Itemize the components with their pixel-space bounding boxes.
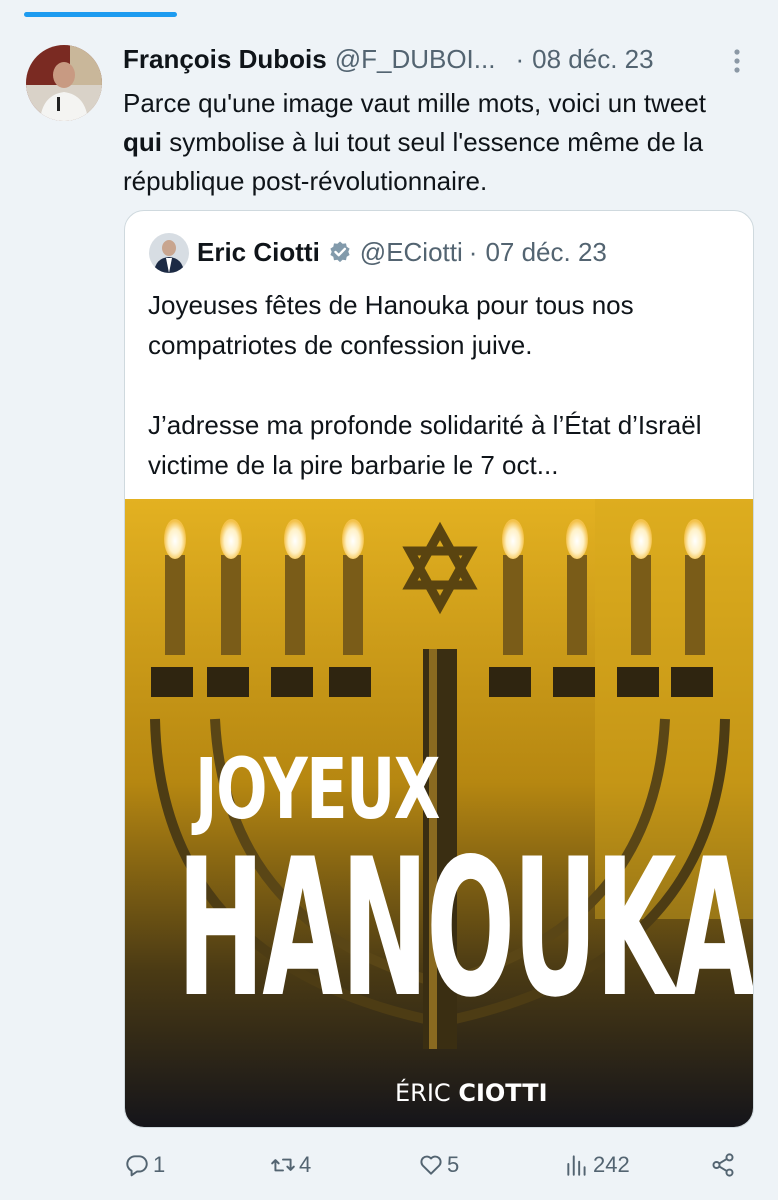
retweet-count: 4 xyxy=(299,1152,312,1177)
more-icon[interactable] xyxy=(731,48,743,74)
author-name[interactable]: François Dubois xyxy=(123,44,327,75)
tweet-actions: 1 4 5 242 xyxy=(124,1148,744,1182)
header-separator: · xyxy=(515,43,525,74)
reply-count: 1 xyxy=(153,1152,166,1177)
tweet-text: Parce qu'une image vaut mille mots, voic… xyxy=(123,84,743,201)
media-signature: ÉRIC CIOTTI xyxy=(395,1079,548,1107)
share-icon xyxy=(712,1153,734,1177)
quoted-date[interactable]: 07 déc. 23 xyxy=(485,237,606,268)
tweet-header: François Dubois @F_DUBOI... · 08 déc. 23 xyxy=(123,42,753,76)
quoted-media-image[interactable]: JOYEUX HANOUKA ÉRIC CIOTTI xyxy=(125,499,753,1127)
quoted-header-separator: · xyxy=(468,236,478,267)
quoted-paragraph-2: J’adresse ma profonde solidarité à l’Éta… xyxy=(148,410,702,480)
author-avatar[interactable] xyxy=(26,45,102,121)
views-icon xyxy=(567,1155,586,1176)
quoted-author-handle[interactable]: @ECiotti xyxy=(360,237,463,268)
media-signature-first: ÉRIC xyxy=(395,1079,451,1107)
views-button[interactable]: 242 xyxy=(564,1148,630,1182)
retweet-button[interactable]: 4 xyxy=(270,1148,311,1182)
share-button[interactable] xyxy=(710,1148,736,1182)
quoted-tweet[interactable]: Eric Ciotti @ECiotti · 07 déc. 23 Joyeus… xyxy=(124,210,754,1128)
tweet[interactable]: François Dubois @F_DUBOI... · 08 déc. 23… xyxy=(0,0,778,1200)
like-icon xyxy=(420,1155,442,1175)
quoted-header: Eric Ciotti @ECiotti · 07 déc. 23 xyxy=(197,234,607,270)
quoted-author-avatar[interactable] xyxy=(149,233,189,273)
media-signature-last: CIOTTI xyxy=(458,1079,548,1107)
quoted-paragraph-1: Joyeuses fêtes de Hanouka pour tous nos … xyxy=(148,290,634,360)
tweet-date[interactable]: 08 déc. 23 xyxy=(532,44,653,75)
like-button[interactable]: 5 xyxy=(418,1148,459,1182)
retweet-icon xyxy=(271,1158,295,1172)
view-count: 242 xyxy=(593,1152,630,1177)
verified-icon xyxy=(330,241,350,263)
quoted-text: Joyeuses fêtes de Hanouka pour tous nos … xyxy=(148,285,748,485)
author-handle[interactable]: @F_DUBOI... xyxy=(335,44,496,75)
tweet-text-bold: qui xyxy=(123,127,162,157)
like-count: 5 xyxy=(447,1152,460,1177)
reply-icon xyxy=(126,1155,148,1177)
tweet-text-part1: Parce qu'une image vaut mille mots, voic… xyxy=(123,88,707,118)
quoted-author-name[interactable]: Eric Ciotti xyxy=(197,237,320,268)
media-title-hanouka: HANOUKA xyxy=(177,818,753,1039)
tweet-text-part2: symbolise à lui tout seul l'essence même… xyxy=(123,127,704,196)
reply-button[interactable]: 1 xyxy=(124,1148,165,1182)
